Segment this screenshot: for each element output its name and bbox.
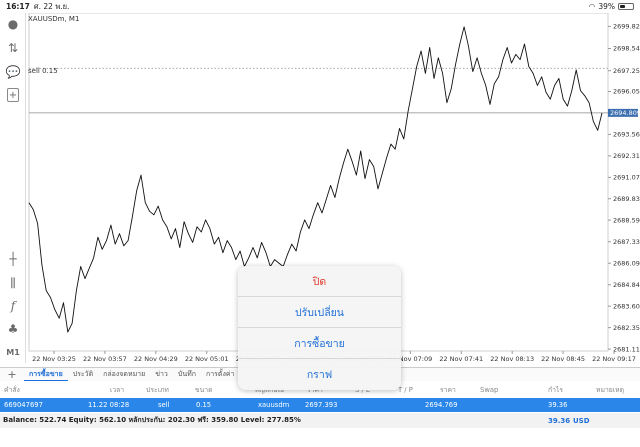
tab-settings[interactable]: การตั้งค่า <box>201 369 240 380</box>
objects-icon[interactable]: ♣ <box>5 321 21 337</box>
row-symbol: xauusdm <box>258 401 290 409</box>
row-type: sell <box>158 401 170 409</box>
status-date: ศ. 22 พ.ย. <box>33 1 70 11</box>
header-size: ขนาด <box>195 386 213 394</box>
y-tick-label: 2698.540 <box>613 45 640 53</box>
y-tick-label: 2687.335 <box>613 238 640 246</box>
tab-trade[interactable]: การซื้อขาย <box>24 369 68 381</box>
modify-position-button[interactable]: ปรับเปลี่ยน <box>238 297 401 328</box>
y-tick-label: 2683.600 <box>613 302 640 310</box>
y-tick-label: 2688.590 <box>613 216 640 224</box>
x-tick-label: 22 Nov 08:13 <box>490 355 534 363</box>
add-icon[interactable]: + <box>0 368 24 381</box>
row-price: 2694.769 <box>425 401 458 409</box>
balance-currency: USD <box>573 416 590 425</box>
balance-profit: 39.36 <box>548 416 571 425</box>
x-tick-label: 22 Nov 07:41 <box>439 355 483 363</box>
x-tick-label: 22 Nov 05:01 <box>185 355 229 363</box>
x-tick-label: 22 Nov 04:29 <box>134 355 178 363</box>
row-time: 11.22 08:28 <box>88 401 130 409</box>
add-indicator-icon[interactable]: + <box>7 88 19 102</box>
header-type: ประเภท <box>146 386 169 394</box>
candles-icon[interactable]: ⫼ <box>5 275 21 291</box>
y-tick-label: 2696.050 <box>613 88 640 96</box>
function-icon[interactable]: f <box>5 298 21 314</box>
x-tick-label: 22 Nov 09:17 <box>592 355 636 363</box>
timeframe-icon[interactable]: M1 <box>5 344 21 360</box>
y-tick-label: 2693.560 <box>613 131 640 139</box>
tab-journal[interactable]: บันทึก <box>173 369 201 380</box>
current-price-label: 2694.809 <box>610 109 640 117</box>
chart-button[interactable]: กราฟ <box>238 359 401 390</box>
status-bar: 16:17 ศ. 22 พ.ย. ◠ 39% <box>0 0 640 13</box>
header-tp: T / P <box>398 385 413 394</box>
x-tick-label: 22 Nov 08:45 <box>541 355 585 363</box>
chat-icon[interactable]: 💬 <box>5 64 21 80</box>
y-tick-label: 2681.110 <box>613 345 640 353</box>
crosshair-icon[interactable]: ┼ <box>5 251 21 267</box>
battery-icon <box>618 3 634 10</box>
tab-news[interactable]: ข่าว <box>150 369 173 380</box>
row-profit: 39.36 <box>548 401 568 409</box>
y-tick-label: 2689.830 <box>613 195 640 203</box>
status-time: 16:17 <box>6 2 30 11</box>
y-tick-label: 2682.355 <box>613 324 640 332</box>
user-icon[interactable]: ● <box>5 16 21 32</box>
y-tick-label: 2692.315 <box>613 152 640 160</box>
chart-toolbar: ● ⇅ 💬 + ┼ ⫼ f ♣ M1 <box>0 13 26 363</box>
y-tick-label: 2686.090 <box>613 259 640 267</box>
x-tick-label: 22 Nov 03:57 <box>83 355 127 363</box>
battery-percent: 39% <box>598 2 615 11</box>
chart-symbol-label: XAUUSDm, M1 <box>28 15 80 23</box>
x-tick-label: 22 Nov 03:25 <box>32 355 76 363</box>
header-profit: กำไร <box>548 386 564 394</box>
y-tick-label: 2699.825 <box>613 23 640 31</box>
header-comment: หมายเหตุ <box>596 386 624 394</box>
balance-bar: Balance: 522.74 Equity: 562.10 หลักประกั… <box>0 413 640 428</box>
wifi-icon: ◠ <box>588 2 596 11</box>
header-order: คำสั่ง <box>4 386 20 394</box>
y-tick-label: 2697.255 <box>613 67 640 75</box>
y-tick-label: 2691.070 <box>613 174 640 182</box>
tab-mailbox[interactable]: กล่องจดหมาย <box>98 369 150 380</box>
row-order: 669047697 <box>4 401 43 409</box>
ladder-icon[interactable]: ⇅ <box>5 40 21 56</box>
sell-line-label: sell 0.15 <box>28 67 58 75</box>
position-context-menu: ปิด ปรับเปลี่ยน การซื้อขาย กราฟ <box>238 266 401 390</box>
table-row[interactable]: 669047697 11.22 08:28 sell 0.15 xauusdm … <box>0 398 640 412</box>
header-price: ราคา <box>440 386 456 394</box>
trade-button[interactable]: การซื้อขาย <box>238 328 401 359</box>
header-swap: Swap <box>480 385 499 394</box>
header-time: เวลา <box>110 386 125 394</box>
row-size: 0.15 <box>196 401 212 409</box>
close-position-button[interactable]: ปิด <box>238 266 401 297</box>
y-tick-label: 2684.840 <box>613 281 640 289</box>
tab-history[interactable]: ประวัติ <box>68 369 98 380</box>
row-open-price: 2697.393 <box>305 401 338 409</box>
balance-summary: Balance: 522.74 Equity: 562.10 หลักประกั… <box>3 416 301 424</box>
